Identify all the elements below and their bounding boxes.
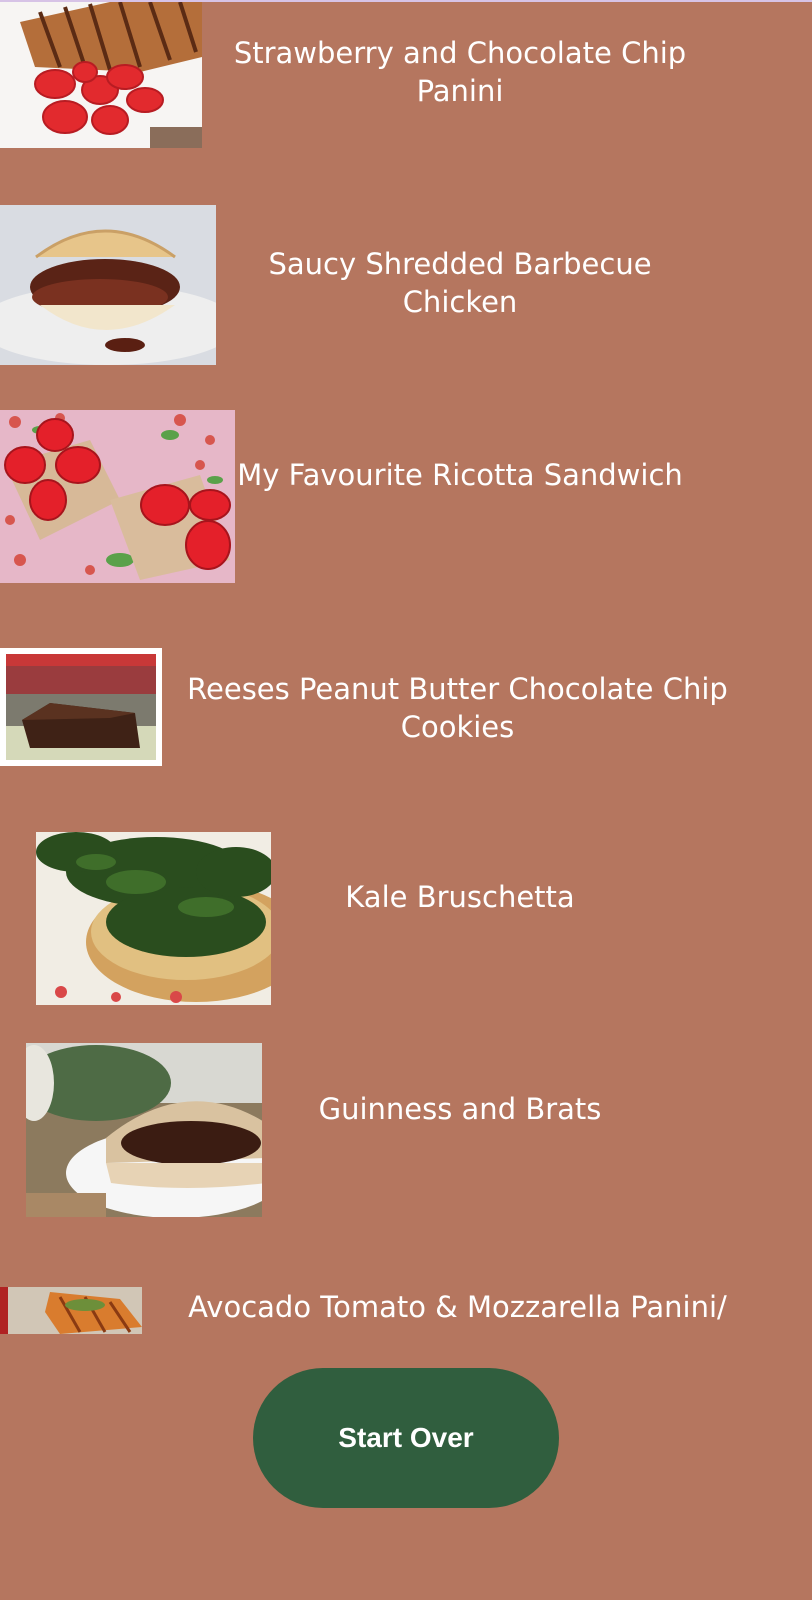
recipe-image [0,205,216,365]
recipe-image [0,648,162,766]
recipe-image [0,410,235,583]
recipe-title: Guinness and Brats [318,1092,602,1126]
recipe-title: Reeses Peanut Butter Chocolate Chip Cook… [187,672,728,744]
recipe-title: Saucy Shredded Barbecue Chicken [268,247,652,319]
recipe-image [0,1287,142,1334]
recipe-item-bbq-chicken[interactable]: Saucy Shredded Barbecue Chicken [0,200,812,370]
recipe-title: Strawberry and Chocolate Chip Panini [233,36,687,108]
recipe-item-guinness-brats[interactable]: Guinness and Brats [0,1035,812,1225]
recipe-item-avocado-panini[interactable]: Avocado Tomato & Mozzarella Panini/ [0,1282,812,1342]
recipe-item-kale-bruschetta[interactable]: Kale Bruschetta [0,820,812,1010]
recipe-item-reeses-cookies[interactable]: Reeses Peanut Butter Chocolate Chip Cook… [0,640,812,770]
recipe-item-strawberry-panini[interactable]: Strawberry and Chocolate Chip Panini [0,0,812,152]
recipe-image [0,2,202,148]
recipe-title: Kale Bruschetta [345,880,575,914]
start-over-button[interactable]: Start Over [253,1368,559,1508]
recipe-title: My Favourite Ricotta Sandwich [237,458,683,492]
recipe-item-ricotta-sandwich[interactable]: My Favourite Ricotta Sandwich [0,408,812,588]
recipe-title: Avocado Tomato & Mozzarella Panini/ [188,1290,727,1324]
recipe-image [26,1043,262,1217]
recipe-image [36,832,271,1005]
